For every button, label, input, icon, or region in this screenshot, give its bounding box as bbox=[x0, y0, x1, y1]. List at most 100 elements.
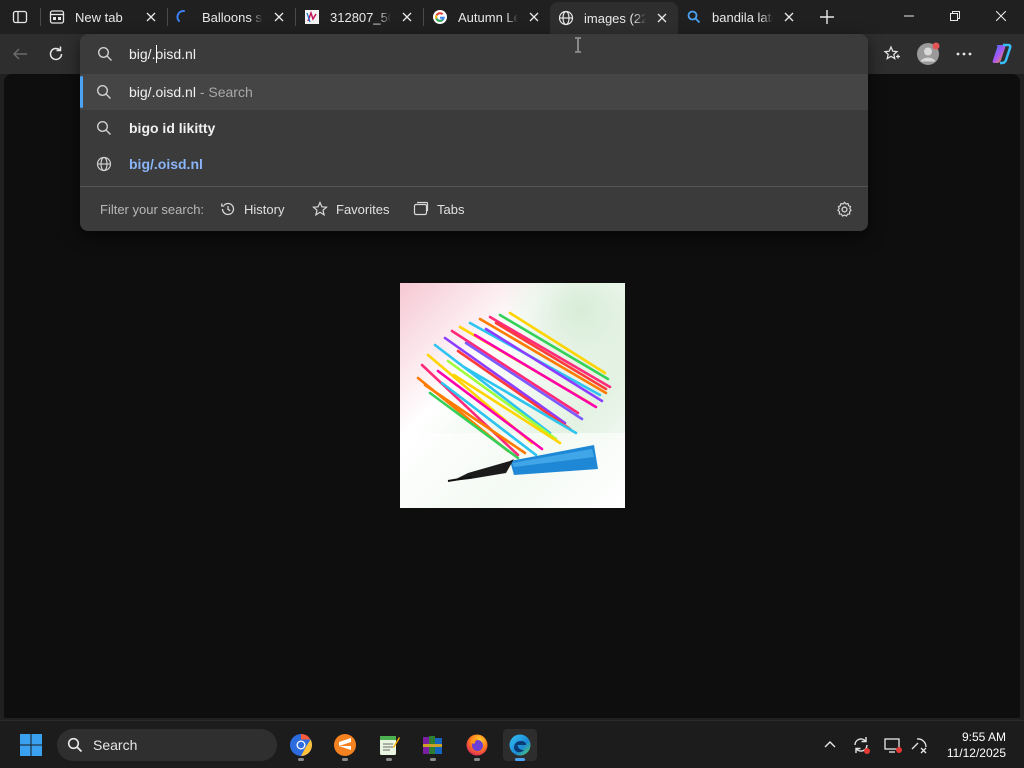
running-indicator bbox=[342, 758, 348, 761]
google-icon bbox=[432, 9, 448, 25]
filter-history-button[interactable]: History bbox=[220, 198, 284, 220]
avatar-icon bbox=[917, 42, 940, 65]
tab-close-icon[interactable] bbox=[141, 7, 161, 27]
more-menu-button[interactable] bbox=[949, 40, 979, 68]
minimize-icon bbox=[904, 15, 914, 17]
back-button[interactable] bbox=[5, 40, 35, 68]
search-icon bbox=[686, 9, 702, 25]
chevron-up-icon bbox=[824, 741, 836, 748]
clock-date: 11/12/2025 bbox=[946, 746, 1006, 760]
suggestion-item[interactable]: bigo id likitty bbox=[80, 110, 868, 146]
chromium-browser-icon bbox=[290, 734, 312, 756]
tab-title: New tab bbox=[75, 9, 123, 25]
tab-close-icon[interactable] bbox=[779, 7, 799, 27]
taskbar-app-sublime[interactable] bbox=[328, 729, 362, 761]
windows-logo-icon bbox=[20, 734, 42, 756]
new-tab-button[interactable] bbox=[809, 0, 845, 34]
network-disconnected-icon bbox=[911, 738, 927, 754]
address-bar-dropdown: big/.oisd.nl big/.oisd.nl - Search bigo … bbox=[80, 34, 868, 231]
filter-favorites-button[interactable]: Favorites bbox=[312, 198, 389, 220]
tab-title: Autumn Lea bbox=[458, 9, 518, 25]
window-controls bbox=[886, 0, 1024, 32]
text-cursor-icon bbox=[575, 37, 581, 53]
clock-time: 9:55 AM bbox=[961, 730, 1006, 744]
tab-title: images (225 bbox=[584, 10, 646, 26]
taskbar-app-chromium[interactable] bbox=[284, 729, 318, 761]
balloons-image[interactable] bbox=[400, 283, 625, 508]
running-indicator bbox=[474, 758, 480, 761]
tab-close-icon[interactable] bbox=[269, 7, 289, 27]
running-indicator bbox=[386, 758, 392, 761]
close-window-button[interactable] bbox=[978, 0, 1024, 32]
globe-icon bbox=[558, 10, 574, 26]
tab-close-icon[interactable] bbox=[524, 7, 544, 27]
settings-button[interactable] bbox=[836, 198, 861, 220]
orange-app-icon bbox=[334, 734, 356, 756]
tab-actions-button[interactable] bbox=[0, 0, 40, 34]
copilot-button[interactable] bbox=[987, 40, 1017, 68]
close-icon bbox=[996, 11, 1006, 21]
suggestion-item[interactable]: big/.oisd.nl - Search bbox=[80, 74, 868, 110]
image-file-icon bbox=[304, 9, 320, 25]
filter-label: Filter your search: bbox=[100, 202, 205, 217]
tab-close-icon[interactable] bbox=[652, 8, 672, 28]
restore-button[interactable] bbox=[932, 0, 978, 32]
minimize-button[interactable] bbox=[886, 0, 932, 32]
filter-tabs-label: Tabs bbox=[437, 201, 465, 217]
refresh-icon bbox=[49, 46, 63, 61]
globe-icon bbox=[96, 156, 112, 172]
taskbar-app-edge[interactable] bbox=[503, 729, 537, 761]
notepad-icon bbox=[380, 736, 400, 755]
tab-title: 312807_50.j bbox=[330, 9, 391, 25]
tray-sync-icon-button[interactable] bbox=[851, 735, 871, 755]
taskbar: Search 9:55 AM 11/12/2025 bbox=[0, 720, 1024, 768]
address-input[interactable]: big/.oisd.nl bbox=[80, 36, 868, 72]
suggestion-url: big/.oisd.nl bbox=[129, 156, 203, 172]
taskbar-search-box[interactable]: Search bbox=[57, 729, 277, 761]
running-indicator bbox=[430, 758, 436, 761]
edge-browser-icon bbox=[509, 734, 531, 756]
tab-strip: New tab Balloons se 312807_50.j Autumn L… bbox=[0, 0, 1024, 34]
suggestion-item[interactable]: big/.oisd.nl bbox=[80, 146, 868, 182]
show-hidden-icons-button[interactable] bbox=[820, 735, 840, 755]
tab-image-file[interactable]: 312807_50.j bbox=[296, 0, 423, 34]
running-indicator bbox=[515, 758, 525, 761]
newtab-icon bbox=[49, 9, 65, 25]
plus-icon bbox=[820, 10, 834, 24]
tab-images-active[interactable]: images (225 bbox=[550, 2, 678, 34]
tab-balloons[interactable]: Balloons se bbox=[168, 0, 295, 34]
tab-close-icon[interactable] bbox=[397, 7, 417, 27]
history-icon bbox=[221, 202, 235, 216]
taskbar-search-placeholder: Search bbox=[93, 737, 138, 753]
start-button[interactable] bbox=[14, 729, 48, 761]
search-filter-bar: Filter your search: History Favorites Ta… bbox=[80, 187, 868, 231]
tab-actions-icon bbox=[12, 10, 28, 24]
display-icon bbox=[884, 738, 902, 753]
taskbar-app-notepad[interactable] bbox=[372, 729, 406, 761]
tab-new-tab[interactable]: New tab bbox=[41, 0, 167, 34]
tab-title: Balloons se bbox=[202, 9, 263, 25]
profile-button[interactable] bbox=[913, 40, 943, 68]
suggestion-label: bigo id likitty bbox=[129, 120, 216, 136]
filter-history-label: History bbox=[244, 201, 285, 217]
tab-bandila[interactable]: bandila late bbox=[678, 0, 805, 34]
tray-network-button[interactable] bbox=[909, 735, 929, 755]
loading-icon bbox=[176, 9, 192, 25]
filter-tabs-button[interactable]: Tabs bbox=[413, 198, 464, 220]
refresh-button[interactable] bbox=[41, 40, 71, 68]
suggestion-label: big/.oisd.nl - Search bbox=[129, 84, 253, 100]
search-icon bbox=[96, 84, 112, 100]
sync-icon bbox=[854, 737, 870, 754]
tab-autumn[interactable]: Autumn Lea bbox=[424, 0, 550, 34]
firefox-icon bbox=[466, 734, 488, 756]
taskbar-app-firefox[interactable] bbox=[460, 729, 494, 761]
running-indicator bbox=[298, 758, 304, 761]
search-icon bbox=[67, 737, 83, 753]
favorites-star-icon bbox=[883, 45, 900, 60]
system-clock[interactable]: 9:55 AM 11/12/2025 bbox=[947, 729, 1006, 761]
tray-display-button[interactable] bbox=[883, 735, 903, 755]
search-icon bbox=[97, 46, 112, 61]
star-icon bbox=[312, 201, 328, 217]
favorites-button[interactable] bbox=[877, 40, 907, 68]
taskbar-app-winrar[interactable] bbox=[416, 729, 450, 761]
